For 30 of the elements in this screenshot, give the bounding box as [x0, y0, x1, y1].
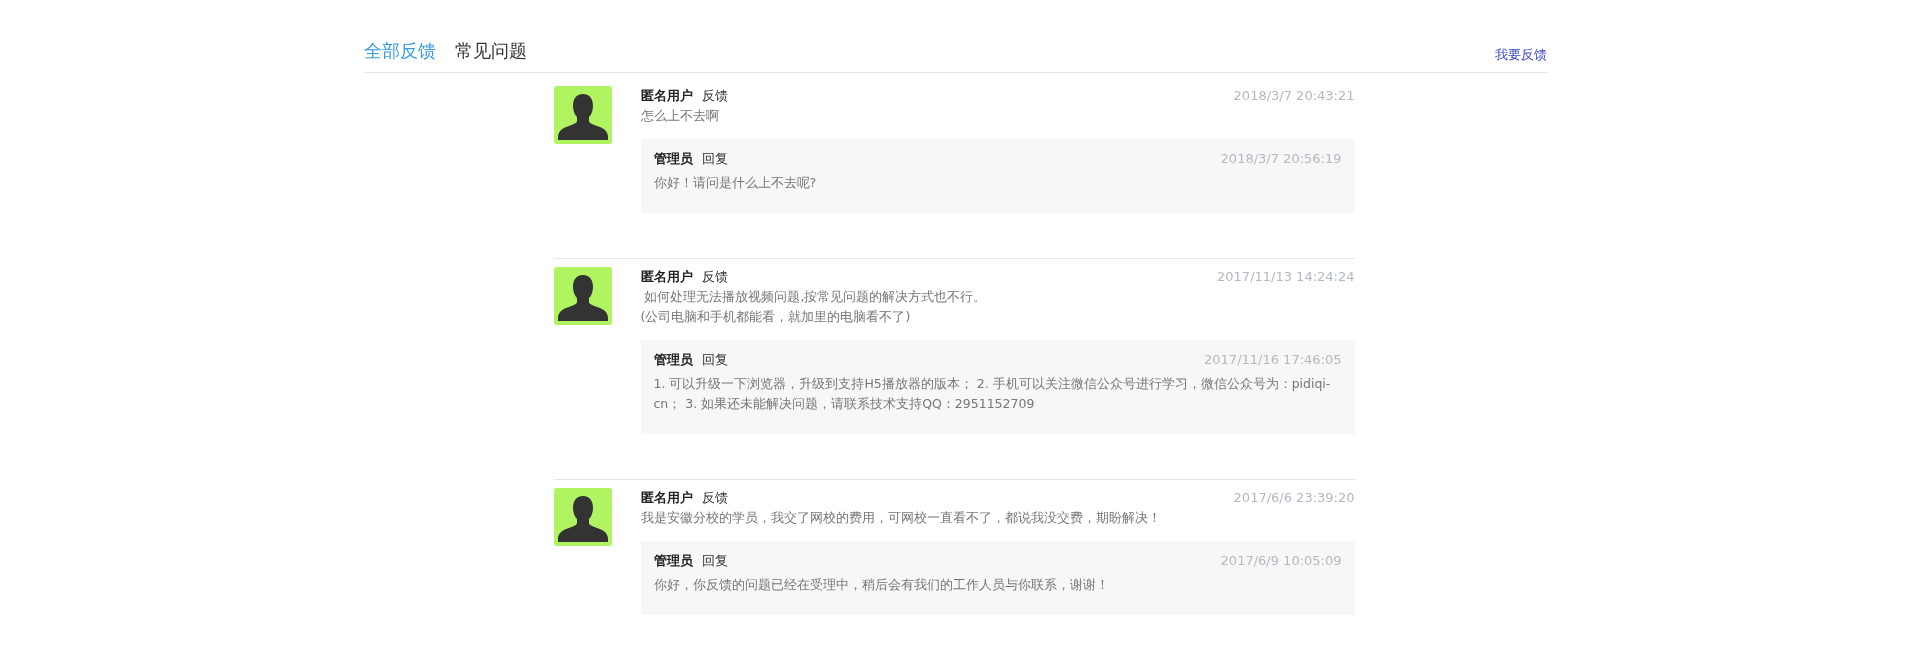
user-name: 匿名用户	[640, 268, 693, 286]
admin-name: 管理员	[653, 351, 693, 369]
reply-text: 1. 可以升级一下浏览器，升级到支持H5播放器的版本； 2. 手机可以关注微信公众号进行学习，微信公众号为：pidiqi-cn； 3. 如果还未能解决问题，请联系技术支持QQ：2951152709	[653, 375, 1332, 413]
feedback-text: 我是安徽分校的学员，我交了网校的费用，可网校一直看不了，都说我没交费，期盼解决！	[640, 509, 1162, 527]
admin-name: 管理员	[653, 150, 693, 168]
feedback-text: (公司电脑和手机都能看，就加里的电脑看不了)	[640, 308, 912, 326]
action-label: 回复	[701, 351, 728, 369]
admin-name: 管理员	[653, 552, 693, 570]
reply-text: 你好，你反馈的问题已经在受理中，稍后会有我们的工作人员与你联系，谢谢！	[653, 576, 1110, 594]
timestamp: 2017/6/9 10:05:09	[1220, 552, 1342, 570]
avatar-silhouette-icon	[553, 488, 612, 546]
avatar-silhouette-icon	[553, 267, 612, 325]
timestamp: 2017/6/6 23:39:20	[1233, 489, 1355, 507]
user-name: 匿名用户	[640, 489, 693, 507]
reply-text: 你好！请问是什么上不去呢?	[653, 174, 818, 192]
timestamp: 2017/11/13 14:24:24	[1217, 268, 1355, 286]
timestamp: 2017/11/16 17:46:05	[1204, 351, 1342, 369]
action-label: 反馈	[701, 268, 728, 286]
submit-feedback-link[interactable]: 我要反馈	[1494, 46, 1547, 64]
user-name: 匿名用户	[640, 87, 693, 105]
action-label: 回复	[701, 150, 728, 168]
feedback-text: 如何处理无法播放视频问题,按常见问题的解决方式也不行。	[643, 288, 988, 306]
action-label: 反馈	[701, 87, 728, 105]
feedback-text: 怎么上不去啊	[640, 107, 720, 125]
avatar-silhouette-icon	[553, 86, 612, 144]
timestamp: 2018/3/7 20:56:19	[1220, 150, 1342, 168]
tab[interactable]: 常见问题	[454, 38, 527, 64]
action-label: 反馈	[701, 489, 728, 507]
action-label: 回复	[701, 552, 728, 570]
timestamp: 2018/3/7 20:43:21	[1233, 87, 1355, 105]
